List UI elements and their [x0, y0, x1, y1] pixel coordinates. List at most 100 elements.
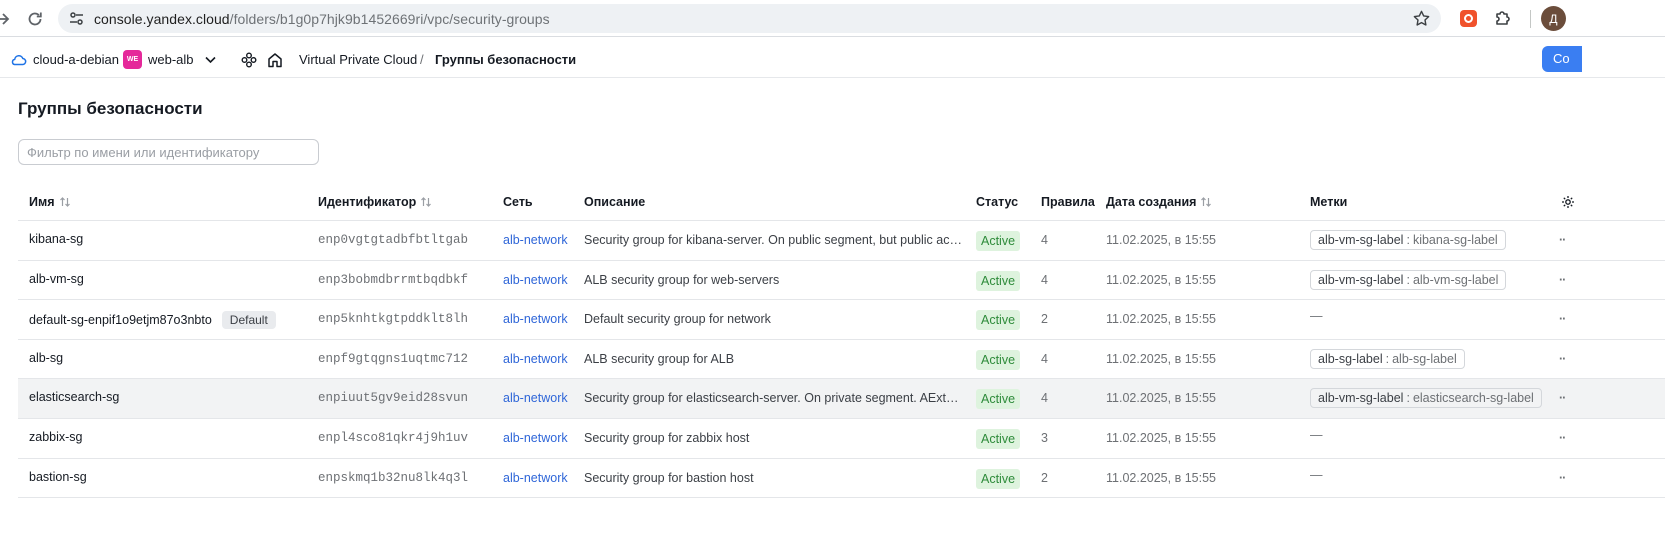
column-header-status: Статус — [976, 195, 1019, 209]
forward-icon[interactable] — [0, 9, 12, 29]
network-link[interactable]: alb-network — [503, 273, 568, 287]
extension-icon[interactable] — [1460, 10, 1477, 27]
site-info-icon[interactable] — [68, 10, 85, 27]
profile-avatar[interactable]: Д — [1541, 6, 1566, 31]
labels-cell: alb-vm-sg-label: kibana-sg-label — [1310, 230, 1506, 250]
label-key: alb-vm-sg-label — [1318, 391, 1404, 406]
url-host: console.yandex.cloud — [94, 11, 230, 27]
labels-empty: — — [1310, 427, 1323, 442]
security-group-description: Security group for elasticsearch-server.… — [584, 391, 962, 406]
security-group-name[interactable]: default-sg-enpif1o9etjm87o3nbto — [29, 313, 212, 327]
browser-toolbar: console.yandex.cloud/folders/b1g0p7hjk9b… — [0, 0, 1665, 37]
label-separator: : — [1406, 233, 1410, 247]
cloud-icon — [10, 51, 27, 68]
table-row[interactable]: zabbix-sg enpl4sco81qkr4j9h1uv alb-netwo… — [18, 419, 1665, 459]
labels-cell: alb-vm-sg-label: alb-vm-sg-label — [1310, 269, 1507, 290]
created-date: 11.02.2025, в 15:55 — [1106, 430, 1216, 445]
column-header-name-label: Имя — [29, 195, 55, 209]
filter-input[interactable] — [18, 139, 319, 165]
security-group-name[interactable]: zabbix-sg — [29, 430, 83, 444]
label-chip[interactable]: alb-vm-sg-label: kibana-sg-label — [1310, 230, 1506, 250]
created-date: 11.02.2025, в 15:55 — [1106, 391, 1216, 406]
sort-icon[interactable] — [1200, 196, 1212, 208]
status-badge: Active — [976, 468, 1021, 489]
security-group-id: enpl4sco81qkr4j9h1uv — [318, 430, 469, 445]
label-key: alb-vm-sg-label — [1318, 272, 1404, 287]
network-link[interactable]: alb-network — [503, 431, 568, 445]
labels-cell: alb-vm-sg-label: elasticsearch-sg-label — [1310, 388, 1542, 409]
status-badge: Active — [976, 389, 1021, 410]
puzzle-icon[interactable] — [1493, 8, 1513, 28]
network-link[interactable]: alb-network — [503, 312, 568, 326]
network-link[interactable]: alb-network — [503, 233, 568, 247]
column-header-created[interactable]: Дата создания — [1106, 195, 1212, 209]
created-date: 11.02.2025, в 15:55 — [1106, 272, 1216, 287]
settings-icon[interactable] — [1561, 195, 1575, 209]
row-actions-button[interactable]: ·· — [1559, 233, 1566, 247]
label-chip[interactable]: alb-vm-sg-label: elasticsearch-sg-label — [1310, 388, 1542, 409]
network-link[interactable]: alb-network — [503, 471, 568, 485]
rules-count: 4 — [1041, 233, 1048, 247]
security-group-description: Security group for zabbix host — [584, 430, 750, 445]
label-key: alb-vm-sg-label — [1318, 233, 1404, 247]
label-key: alb-sg-label — [1318, 351, 1383, 366]
security-group-id: enp3bobmdbrrmtbqdbkf — [318, 272, 469, 287]
security-group-id: enp5knhtkgtpddklt8lh — [318, 312, 469, 327]
security-group-name[interactable]: elasticsearch-sg — [29, 390, 119, 404]
reload-icon[interactable] — [25, 9, 45, 29]
star-icon[interactable] — [1412, 9, 1431, 28]
table-row[interactable]: alb-vm-sg enp3bobmdbrrmtbqdbkf alb-netwo… — [18, 261, 1665, 301]
table-row[interactable]: elasticsearch-sg enpiuut5gv9eid28svun al… — [18, 379, 1665, 419]
sort-icon[interactable] — [59, 196, 71, 208]
folder-selector[interactable]: web-alb — [148, 52, 194, 67]
security-group-id: enp0vgtgtadbfbtltgab — [318, 233, 469, 247]
create-button[interactable]: Со — [1542, 46, 1582, 72]
table-row[interactable]: default-sg-enpif1o9etjm87o3nbto Default e… — [18, 300, 1665, 340]
column-header-labels: Метки — [1310, 195, 1348, 209]
security-group-name[interactable]: alb-vm-sg — [29, 272, 84, 286]
chevron-down-icon[interactable] — [203, 52, 218, 67]
row-actions-button[interactable]: ·· — [1559, 431, 1566, 445]
labels-cell: alb-sg-label: alb-sg-label — [1310, 348, 1465, 369]
row-actions-button[interactable]: ·· — [1559, 352, 1566, 366]
row-name-cell: default-sg-enpif1o9etjm87o3nbto Default — [29, 311, 276, 330]
label-separator: : — [1406, 391, 1410, 406]
row-name-cell: kibana-sg — [29, 232, 83, 246]
table-row[interactable]: alb-sg enpf9gtqgns1uqtmc712 alb-network … — [18, 340, 1665, 380]
security-group-name[interactable]: alb-sg — [29, 351, 63, 365]
security-group-name[interactable]: kibana-sg — [29, 232, 83, 246]
network-link[interactable]: alb-network — [503, 352, 568, 366]
home-icon[interactable] — [266, 51, 284, 69]
created-date: 11.02.2025, в 15:55 — [1106, 312, 1216, 327]
row-actions-button[interactable]: ·· — [1559, 312, 1566, 326]
status-badge: Active — [976, 270, 1021, 291]
rules-count: 4 — [1041, 272, 1048, 287]
column-header-id[interactable]: Идентификатор — [318, 195, 432, 209]
url-text[interactable]: console.yandex.cloud/folders/b1g0p7hjk9b… — [94, 11, 550, 27]
security-group-id: enpiuut5gv9eid28svun — [318, 391, 469, 406]
row-actions-button[interactable]: ·· — [1559, 273, 1566, 287]
rules-count: 2 — [1041, 470, 1048, 485]
label-chip[interactable]: alb-vm-sg-label: alb-vm-sg-label — [1310, 269, 1507, 290]
row-name-cell: alb-sg — [29, 351, 63, 365]
status-badge: Active — [976, 349, 1021, 370]
network-link[interactable]: alb-network — [503, 391, 568, 405]
row-actions-button[interactable]: ·· — [1559, 391, 1566, 405]
security-group-description: Security group for kibana-server. On pub… — [584, 233, 962, 247]
row-actions-button[interactable]: ·· — [1559, 471, 1566, 485]
security-group-name[interactable]: bastion-sg — [29, 470, 87, 484]
table-row[interactable]: bastion-sg enpskmq1b32nu8lk4q3l alb-netw… — [18, 459, 1665, 499]
security-group-id: enpf9gtqgns1uqtmc712 — [318, 351, 469, 366]
cloud-selector[interactable]: cloud-a-debian — [33, 52, 119, 67]
table-row[interactable]: kibana-sg enp0vgtgtadbfbtltgab alb-netwo… — [18, 221, 1665, 261]
breadcrumb-service[interactable]: Virtual Private Cloud — [299, 52, 417, 67]
address-bar[interactable]: console.yandex.cloud/folders/b1g0p7hjk9b… — [58, 4, 1441, 33]
sort-icon[interactable] — [420, 196, 432, 208]
label-chip[interactable]: alb-sg-label: alb-sg-label — [1310, 348, 1465, 369]
default-badge: Default — [221, 311, 276, 330]
services-icon[interactable] — [240, 51, 258, 69]
label-separator: : — [1385, 351, 1390, 366]
row-name-cell: alb-vm-sg — [29, 272, 84, 286]
column-header-name[interactable]: Имя — [29, 195, 71, 209]
security-group-description: Security group for bastion host — [584, 470, 754, 485]
